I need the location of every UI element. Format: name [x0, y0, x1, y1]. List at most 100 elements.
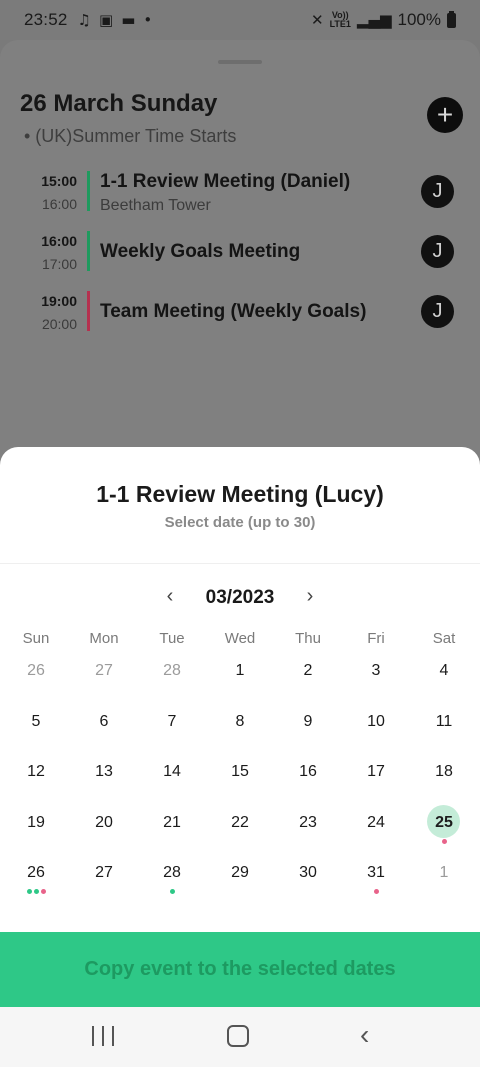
calendar-day[interactable]: 9 [274, 703, 342, 754]
day-number: 6 [99, 712, 109, 730]
event-start-time: 15:00 [41, 173, 77, 189]
calendar-day[interactable]: 14 [138, 753, 206, 804]
image-icon: ▣ [99, 11, 114, 29]
status-bar: 23:52 ♫ ▣ ▬ • ✕ Vo)) LTE1 ▂▄▆ 100% [0, 0, 480, 40]
event-dots [410, 838, 478, 844]
notification-icons: ♫ ▣ ▬ • [78, 11, 153, 29]
calendar-day[interactable]: 2 [274, 652, 342, 703]
calendar-day[interactable]: 27 [70, 652, 138, 703]
calendar-day[interactable]: 28 [138, 854, 206, 905]
calendar-day[interactable]: 3 [342, 652, 410, 703]
month-navigation: ‹ 03/2023 › [0, 585, 480, 609]
day-number: 8 [235, 712, 245, 730]
calendar-day[interactable]: 4 [410, 652, 478, 703]
divider [0, 563, 480, 564]
day-number: 15 [231, 763, 249, 781]
calendar-day[interactable]: 17 [342, 753, 410, 804]
status-time: 23:52 [24, 10, 68, 29]
event-item[interactable]: 15:00 16:00 1-1 Review Meeting (Daniel) … [0, 171, 480, 219]
day-number: 26 [27, 864, 45, 882]
avatar[interactable]: J [421, 295, 454, 328]
calendar-day[interactable]: 23 [274, 804, 342, 855]
calendar-day[interactable]: 26 [2, 854, 70, 905]
event-start-time: 19:00 [41, 293, 77, 309]
chevron-right-icon[interactable]: › [300, 585, 320, 608]
day-number: 29 [231, 864, 249, 882]
day-number: 1 [439, 864, 449, 882]
weekday-label: Mon [89, 630, 119, 647]
calendar-day[interactable]: 6 [70, 703, 138, 754]
day-number: 21 [163, 813, 181, 831]
holiday-label: • (UK)Summer Time Starts [24, 126, 237, 146]
weekday-label: Sat [432, 630, 456, 647]
calendar-week: 26 27 28 1 2 3 4 [2, 652, 478, 703]
home-icon[interactable] [227, 1025, 249, 1047]
calendar-day[interactable]: 5 [2, 703, 70, 754]
calendar-day[interactable]: 18 [410, 753, 478, 804]
calendar-day[interactable]: 30 [274, 854, 342, 905]
event-end-time: 20:00 [41, 316, 77, 332]
day-number: 25 [435, 813, 453, 831]
calendar-day[interactable]: 20 [70, 804, 138, 855]
calendar-day[interactable]: 28 [138, 652, 206, 703]
calendar-day[interactable]: 21 [138, 804, 206, 855]
event-dots [138, 889, 206, 895]
calendar-day-today[interactable]: 25 [410, 804, 478, 855]
calendar-day[interactable]: 1 [410, 854, 478, 905]
event-end-time: 17:00 [41, 256, 77, 272]
avatar[interactable]: J [421, 175, 454, 208]
lte-icon: Vo)) LTE1 [329, 10, 351, 29]
day-number: 20 [95, 813, 113, 831]
day-number: 27 [95, 662, 113, 679]
calendar-day[interactable]: 31 [342, 854, 410, 905]
event-dot [441, 838, 447, 844]
calendar-day[interactable]: 15 [206, 753, 274, 804]
drag-handle[interactable] [218, 60, 262, 64]
event-end-time: 16:00 [41, 196, 77, 212]
weekday-header: Sun Mon Tue Wed Thu Fri Sat [2, 630, 478, 647]
calendar-day[interactable]: 19 [2, 804, 70, 855]
day-number: 10 [367, 712, 385, 730]
signal-icon: ▂▄▆ [356, 11, 392, 29]
calendar-grid: 26 27 28 1 2 3 4 5 6 7 8 9 10 11 12 13 14 15 16 17 18 19 20 21 2… [2, 652, 478, 905]
calendar-day[interactable]: 7 [138, 703, 206, 754]
weekday-label: Sun [22, 630, 50, 647]
day-number: 28 [163, 864, 181, 882]
day-number: 19 [27, 813, 45, 831]
event-item[interactable]: 16:00 17:00 Weekly Goals Meeting J [0, 231, 480, 279]
calendar-day[interactable]: 10 [342, 703, 410, 754]
day-number: 4 [439, 662, 449, 679]
calendar-day[interactable]: 24 [342, 804, 410, 855]
day-title: 26 March Sunday [20, 90, 218, 117]
avatar[interactable]: J [421, 235, 454, 268]
back-icon[interactable]: ‹ [360, 1021, 369, 1049]
calendar-day[interactable]: 22 [206, 804, 274, 855]
calendar-day[interactable]: 8 [206, 703, 274, 754]
calendar-day[interactable]: 26 [2, 652, 70, 703]
copy-event-button[interactable]: Copy event to the selected dates [0, 932, 480, 1007]
dot-icon: • [143, 11, 153, 29]
calendar-day[interactable]: 12 [2, 753, 70, 804]
day-number: 28 [163, 662, 181, 679]
calendar-day[interactable]: 27 [70, 854, 138, 905]
event-color-bar [87, 231, 90, 271]
event-dot [169, 889, 175, 895]
recent-apps-icon[interactable] [92, 1026, 114, 1046]
day-number: 13 [95, 763, 113, 781]
calendar-day[interactable]: 29 [206, 854, 274, 905]
calendar-day[interactable]: 13 [70, 753, 138, 804]
event-dots [2, 889, 70, 895]
day-number: 9 [303, 712, 313, 730]
day-number: 1 [235, 662, 245, 679]
calendar-day[interactable]: 1 [206, 652, 274, 703]
modal-title: 1-1 Review Meeting (Lucy) [96, 481, 384, 507]
calendar-day[interactable]: 11 [410, 703, 478, 754]
day-number: 26 [27, 662, 45, 679]
event-color-bar [87, 171, 90, 211]
calendar-week: 5 6 7 8 9 10 11 [2, 703, 478, 754]
calendar-day[interactable]: 16 [274, 753, 342, 804]
event-dots [342, 889, 410, 895]
event-color-bar [87, 291, 90, 331]
add-event-button[interactable]: + [427, 97, 463, 133]
event-item[interactable]: 19:00 20:00 Team Meeting (Weekly Goals) … [0, 291, 480, 339]
